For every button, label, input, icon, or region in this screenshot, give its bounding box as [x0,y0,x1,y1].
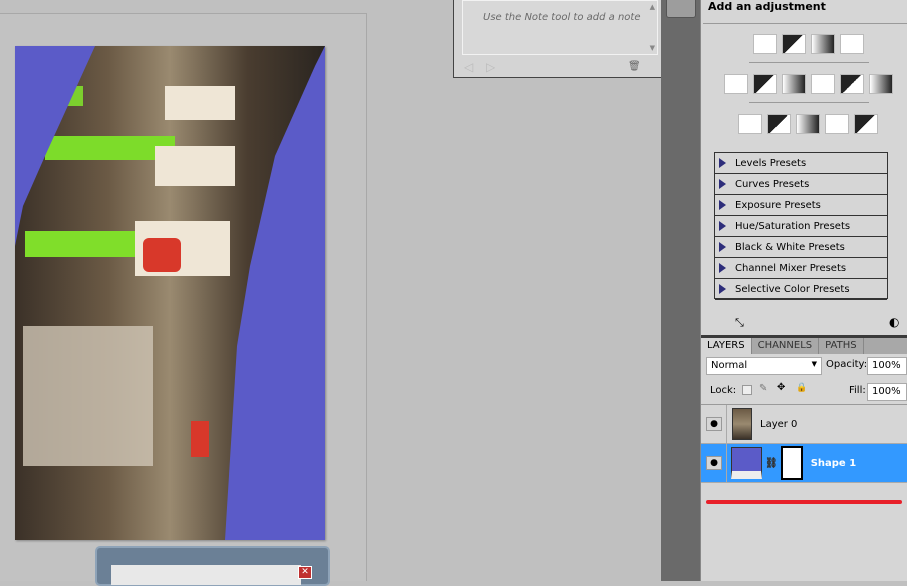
exposure-icon[interactable] [840,34,864,54]
brightness-contrast-icon[interactable] [753,34,777,54]
preset-item[interactable]: Channel Mixer Presets [715,258,887,279]
gradient-map-icon[interactable] [825,114,849,134]
visibility-icon[interactable]: ◐ [889,315,899,329]
scroll-down-icon[interactable]: ▼ [650,44,655,52]
minimized-window[interactable]: ✕ [95,546,330,586]
hue-saturation-icon[interactable] [753,74,777,94]
expand-triangle-icon[interactable] [719,242,726,252]
cart-lock [155,146,235,186]
close-icon[interactable]: ✕ [298,566,312,579]
expand-triangle-icon[interactable] [719,179,726,189]
shape-right [225,46,325,540]
vector-mask-thumbnail [780,446,803,480]
opacity-input[interactable]: 100% [867,357,907,375]
preset-item[interactable]: Exposure Presets [715,195,887,216]
document-canvas[interactable] [15,46,325,540]
expand-triangle-icon[interactable] [719,221,726,231]
scroll-up-icon[interactable]: ▲ [650,3,655,11]
channel-mixer-icon[interactable] [869,74,893,94]
window-preview [111,565,301,585]
next-note-icon[interactable]: ▷ [486,60,495,74]
curves-icon[interactable] [811,34,835,54]
opacity-label: Opacity: [826,359,868,370]
preset-item[interactable]: Black & White Presets [715,237,887,258]
return-icon[interactable]: ⤡ [735,316,744,330]
expand-triangle-icon[interactable] [719,200,726,210]
notes-area[interactable]: Use the Note tool to add a note ▲ ▼ [462,0,658,55]
levels-icon[interactable] [782,34,806,54]
trash-icon[interactable]: 🗑 [628,61,641,72]
layer-name: Layer 0 [760,418,798,430]
layer-name: Shape 1 [810,457,857,469]
black-white-icon[interactable] [811,74,835,94]
cart-lock [165,86,235,120]
chain-key [191,421,209,457]
tab-paths[interactable]: PATHS [819,338,864,354]
cart-lock-red [143,238,181,272]
fill-label: Fill: [849,385,866,396]
notes-panel: Use the Note tool to add a note ▲ ▼ ◁ ▷ … [453,0,663,78]
presets-list: Levels Presets Curves Presets Exposure Pre… [714,152,888,300]
tab-channels[interactable]: CHANNELS [752,338,820,354]
cart-basket [23,326,153,466]
photo-filter-icon[interactable] [840,74,864,94]
tab-layers[interactable]: LAYERS [701,338,752,354]
blend-mode-select[interactable]: Normal ▼ [706,357,822,375]
color-balance-icon[interactable] [782,74,806,94]
preset-item[interactable]: Selective Color Presets [715,279,887,300]
expand-triangle-icon[interactable] [719,158,726,168]
layer-thumbnail [732,408,752,440]
preset-item[interactable]: Hue/Saturation Presets [715,216,887,237]
vibrance-icon[interactable] [724,74,748,94]
expand-triangle-icon[interactable] [719,263,726,273]
selective-color-icon[interactable] [854,114,878,134]
layer-row-shape1[interactable]: ● ⛓ Shape 1 [701,443,907,483]
eye-icon[interactable]: ● [706,417,722,431]
threshold-icon[interactable] [796,114,820,134]
lock-paint-icon[interactable]: ✎ [759,383,767,394]
expand-triangle-icon[interactable] [719,284,726,294]
fill-input[interactable]: 100% [867,383,907,401]
lock-move-icon[interactable]: ✥ [777,382,785,393]
layer-thumbnail [731,447,762,479]
red-annotation-line [706,500,902,504]
previous-note-icon[interactable]: ◁ [464,60,473,74]
layers-tabs: LAYERS CHANNELS PATHS [701,335,907,354]
notes-panel-icon[interactable] [666,0,696,18]
notes-hint: Use the Note tool to add a note [483,12,641,23]
lock-transparency-icon[interactable] [742,385,752,395]
lock-label: Lock: [710,385,737,396]
layer-row-layer0[interactable]: ● Layer 0 [701,404,907,444]
lock-all-icon[interactable]: 🔒 [796,383,807,393]
invert-icon[interactable] [738,114,762,134]
preset-item[interactable]: Levels Presets [715,153,887,174]
preset-item[interactable]: Curves Presets [715,174,887,195]
panel-dock-strip [661,0,700,581]
panel-title: Add an adjustment [708,0,826,13]
photo-shape-overlay [15,46,325,540]
posterize-icon[interactable] [767,114,791,134]
eye-icon[interactable]: ● [706,456,722,470]
adjustments-panel: Add an adjustment Levels Presets Curves P… [700,0,907,581]
link-icon[interactable]: ⛓ [765,458,778,469]
